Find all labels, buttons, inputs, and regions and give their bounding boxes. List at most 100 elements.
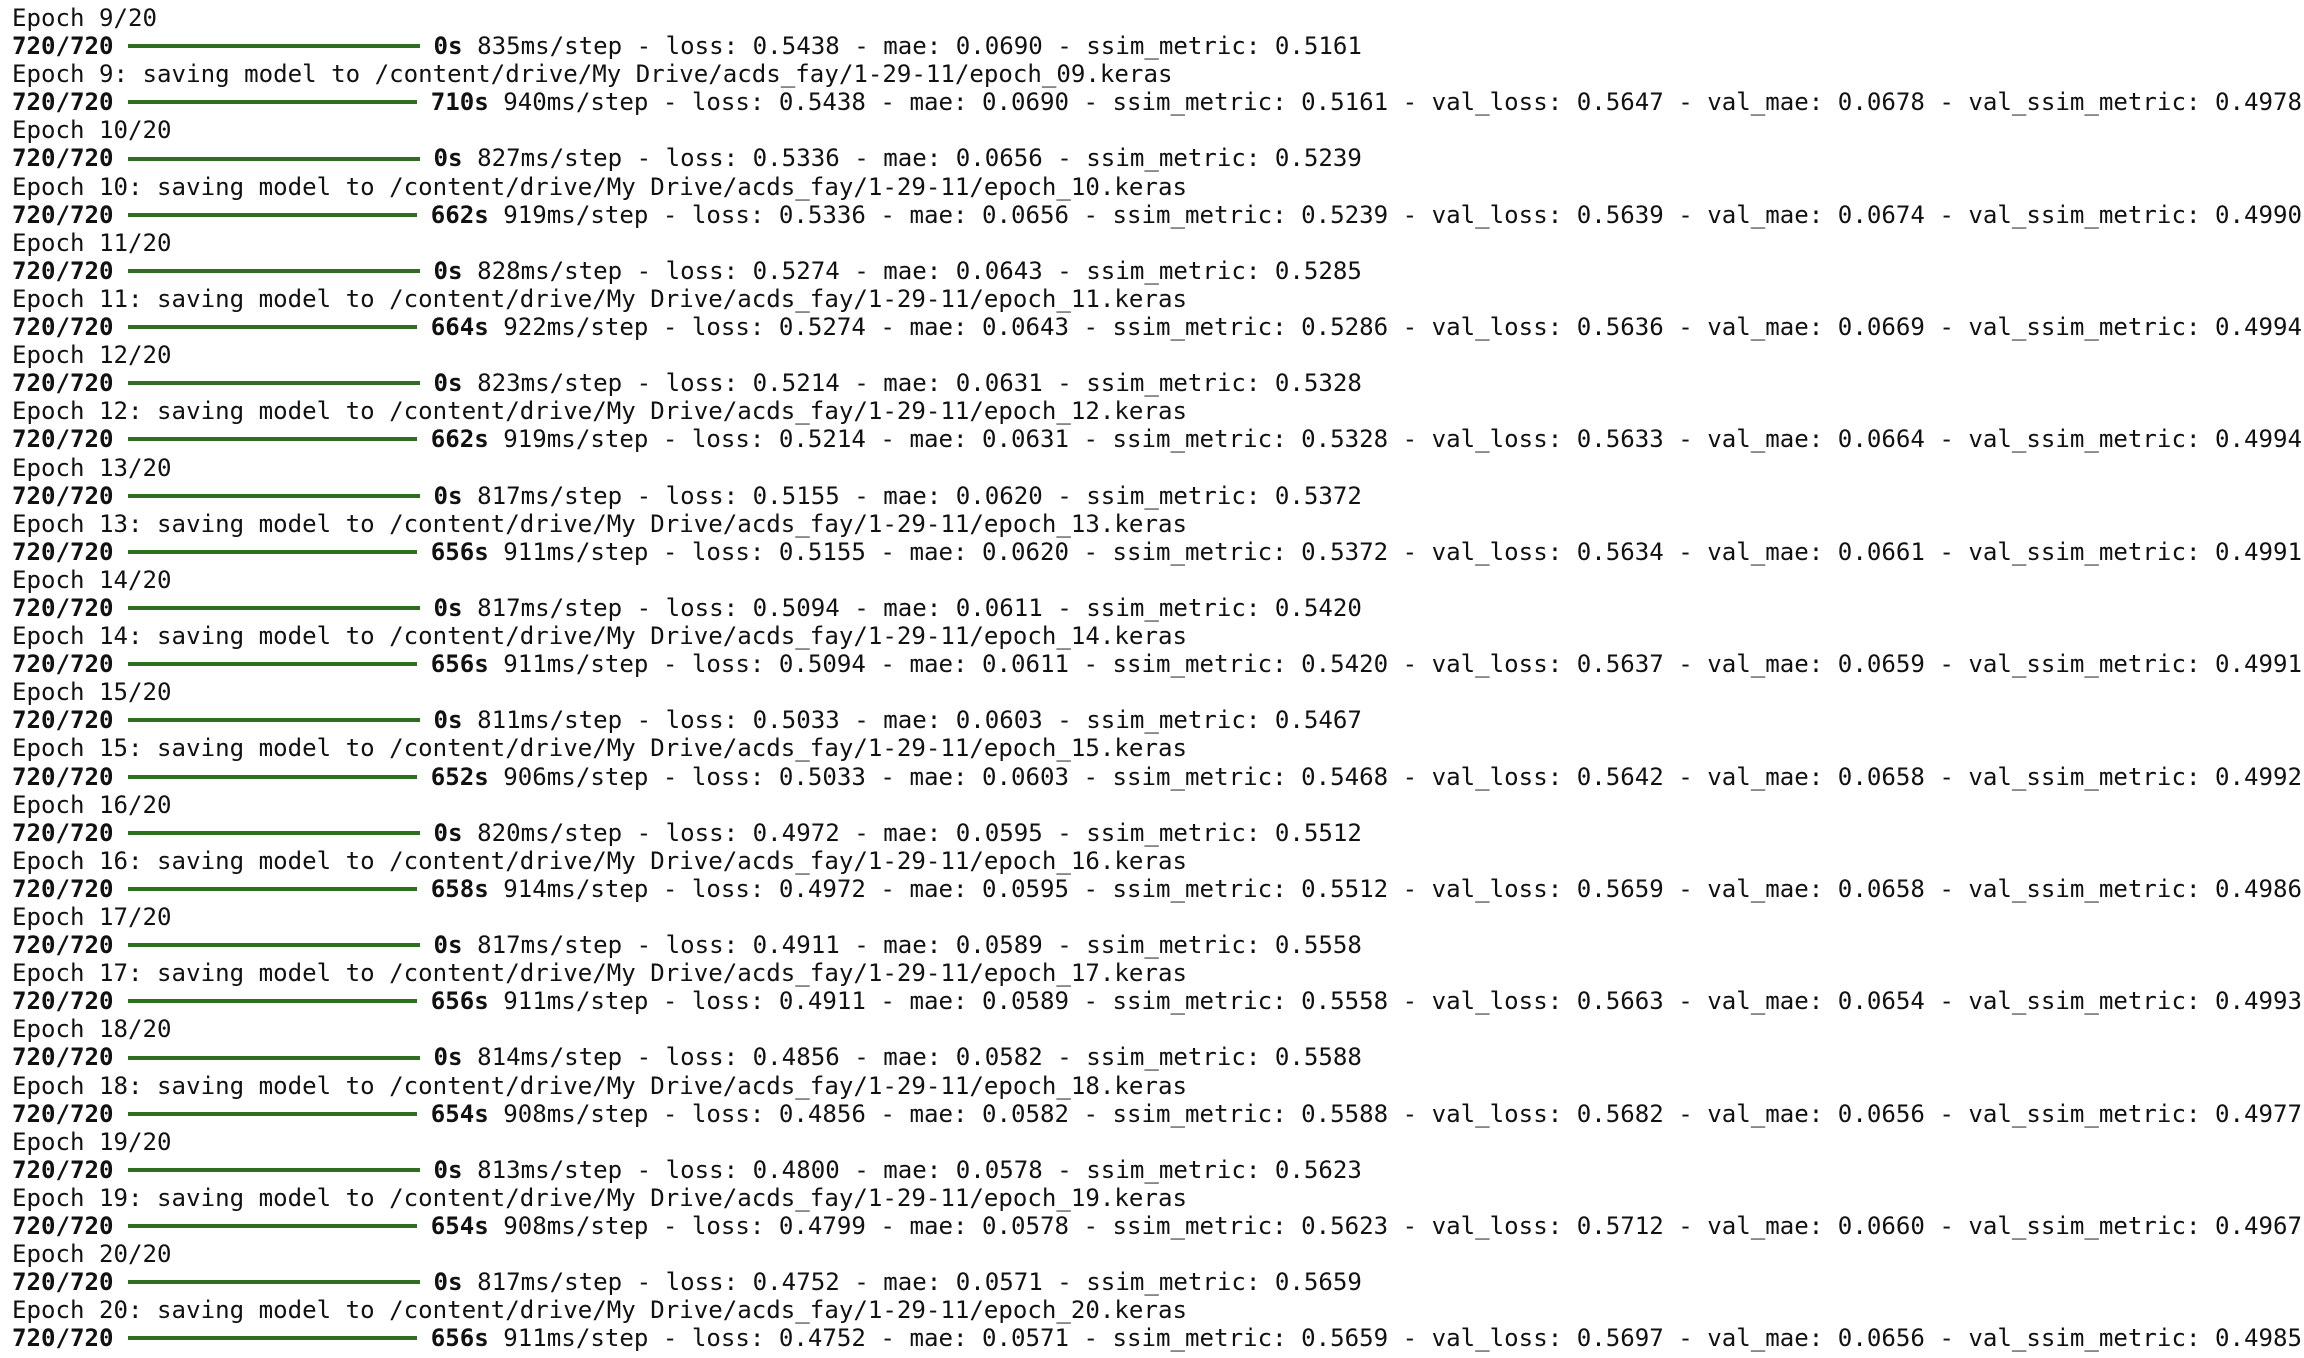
progress-bar-fill <box>127 44 420 49</box>
progress-bar-fill <box>127 325 417 330</box>
progress-bar <box>127 718 420 723</box>
metrics-text: 906ms/step - loss: 0.5033 - mae: 0.0603 … <box>488 762 2302 791</box>
log-line: Epoch 13: saving model to /content/drive… <box>12 509 1187 538</box>
progress-line: 720/720 0s 817ms/step - loss: 0.5155 - ma… <box>12 482 2302 510</box>
progress-bar-fill <box>127 1280 420 1285</box>
metrics-text: 823ms/step - loss: 0.5214 - mae: 0.0631 … <box>462 369 1362 398</box>
progress-bar <box>127 437 417 442</box>
metrics-text: 814ms/step - loss: 0.4856 - mae: 0.0582 … <box>462 1043 1362 1072</box>
progress-bar <box>127 886 417 891</box>
progress-line: 720/720 0s 817ms/step - loss: 0.4911 - ma… <box>12 931 2302 959</box>
elapsed-time: 0s <box>433 144 463 173</box>
progress-line: 720/720 0s 827ms/step - loss: 0.5336 - ma… <box>12 144 2302 172</box>
progress-line: 720/720 662s 919ms/step - loss: 0.5214 - … <box>12 425 2302 453</box>
progress-bar-fill <box>127 100 417 105</box>
progress-bar-fill <box>127 437 417 442</box>
log-line: Epoch 11/20 <box>12 228 172 257</box>
metrics-text: 820ms/step - loss: 0.4972 - mae: 0.0595 … <box>462 818 1362 847</box>
step-counter: 720/720 <box>12 1099 114 1128</box>
log-line: Epoch 16: saving model to /content/drive… <box>12 846 1187 875</box>
step-counter: 720/720 <box>12 425 114 454</box>
log-line: Epoch 10: saving model to /content/drive… <box>12 172 1187 201</box>
log-line: Epoch 13/20 <box>12 453 172 482</box>
progress-bar <box>127 1055 420 1060</box>
step-counter: 720/720 <box>12 369 114 398</box>
log-line: Epoch 14/20 <box>12 565 172 594</box>
step-counter: 720/720 <box>12 874 114 903</box>
progress-bar-fill <box>127 999 417 1004</box>
metrics-text: 827ms/step - loss: 0.5336 - mae: 0.0656 … <box>462 144 1362 173</box>
elapsed-time: 0s <box>433 1155 463 1184</box>
step-counter: 720/720 <box>12 32 114 61</box>
progress-bar <box>127 493 420 498</box>
elapsed-time: 662s <box>430 200 489 229</box>
metrics-text: 817ms/step - loss: 0.4911 - mae: 0.0589 … <box>462 931 1362 960</box>
log-line: Epoch 12/20 <box>12 341 172 370</box>
progress-line: 720/720 710s 940ms/step - loss: 0.5438 - … <box>12 88 2302 116</box>
progress-bar <box>127 662 417 667</box>
progress-line: 720/720 654s 908ms/step - loss: 0.4856 - … <box>12 1100 2302 1128</box>
progress-bar <box>127 1167 420 1172</box>
progress-bar <box>127 1111 417 1116</box>
progress-line: 720/720 0s 828ms/step - loss: 0.5274 - ma… <box>12 257 2302 285</box>
step-counter: 720/720 <box>12 593 114 622</box>
progress-line: 720/720 662s 919ms/step - loss: 0.5336 - … <box>12 201 2302 229</box>
elapsed-time: 0s <box>433 369 463 398</box>
step-counter: 720/720 <box>12 931 114 960</box>
log-line: Epoch 10/20 <box>12 116 172 145</box>
progress-bar-fill <box>127 156 420 161</box>
log-line: Epoch 16/20 <box>12 790 172 819</box>
progress-bar-fill <box>127 774 417 779</box>
progress-bar <box>127 999 417 1004</box>
progress-line: 720/720 0s 814ms/step - loss: 0.4856 - ma… <box>12 1043 2302 1071</box>
progress-bar <box>127 268 420 273</box>
metrics-text: 919ms/step - loss: 0.5214 - mae: 0.0631 … <box>488 425 2302 454</box>
step-counter: 720/720 <box>12 88 114 117</box>
progress-bar-fill <box>127 493 420 498</box>
progress-bar-fill <box>127 212 417 217</box>
log-line: Epoch 20: saving model to /content/drive… <box>12 1296 1187 1325</box>
step-counter: 720/720 <box>12 313 114 342</box>
progress-bar <box>127 830 420 835</box>
step-counter: 720/720 <box>12 987 114 1016</box>
step-counter: 720/720 <box>12 1043 114 1072</box>
progress-line: 720/720 0s 813ms/step - loss: 0.4800 - ma… <box>12 1156 2302 1184</box>
progress-bar-fill <box>127 381 420 386</box>
progress-bar <box>127 1280 420 1285</box>
metrics-text: 817ms/step - loss: 0.4752 - mae: 0.0571 … <box>462 1268 1362 1297</box>
progress-line: 720/720 656s 911ms/step - loss: 0.5094 - … <box>12 650 2302 678</box>
step-counter: 720/720 <box>12 1268 114 1297</box>
metrics-text: 922ms/step - loss: 0.5274 - mae: 0.0643 … <box>488 313 2302 342</box>
log-line: Epoch 20/20 <box>12 1240 172 1269</box>
log-line: Epoch 17: saving model to /content/drive… <box>12 959 1187 988</box>
progress-bar <box>127 606 420 611</box>
log-line: Epoch 19/20 <box>12 1127 172 1156</box>
elapsed-time: 0s <box>433 481 463 510</box>
metrics-text: 817ms/step - loss: 0.5155 - mae: 0.0620 … <box>462 481 1362 510</box>
progress-line: 720/720 664s 922ms/step - loss: 0.5274 - … <box>12 313 2302 341</box>
log-line: Epoch 15/20 <box>12 678 172 707</box>
progress-bar-fill <box>127 268 420 273</box>
progress-line: 720/720 0s 811ms/step - loss: 0.5033 - ma… <box>12 706 2302 734</box>
progress-bar <box>127 156 420 161</box>
log-line: Epoch 12: saving model to /content/drive… <box>12 397 1187 426</box>
progress-line: 720/720 0s 817ms/step - loss: 0.5094 - ma… <box>12 594 2302 622</box>
elapsed-time: 664s <box>430 313 489 342</box>
log-line: Epoch 9/20 <box>12 4 158 32</box>
log-line: Epoch 9: saving model to /content/drive/… <box>12 60 1173 89</box>
progress-bar <box>127 774 417 779</box>
metrics-text: 940ms/step - loss: 0.5438 - mae: 0.0690 … <box>488 88 2302 117</box>
progress-bar <box>127 943 420 948</box>
elapsed-time: 656s <box>430 987 489 1016</box>
progress-bar-fill <box>127 943 420 948</box>
step-counter: 720/720 <box>12 706 114 735</box>
progress-line: 720/720 652s 906ms/step - loss: 0.5033 - … <box>12 763 2302 791</box>
progress-bar-fill <box>127 662 417 667</box>
log-line: Epoch 17/20 <box>12 903 172 931</box>
progress-bar-fill <box>127 830 420 835</box>
progress-line: 720/720 0s 820ms/step - loss: 0.4972 - ma… <box>12 819 2302 847</box>
step-counter: 720/720 <box>12 256 114 285</box>
step-counter: 720/720 <box>12 1324 114 1353</box>
metrics-text: 817ms/step - loss: 0.5094 - mae: 0.0611 … <box>462 593 1362 622</box>
progress-bar-fill <box>127 886 417 891</box>
